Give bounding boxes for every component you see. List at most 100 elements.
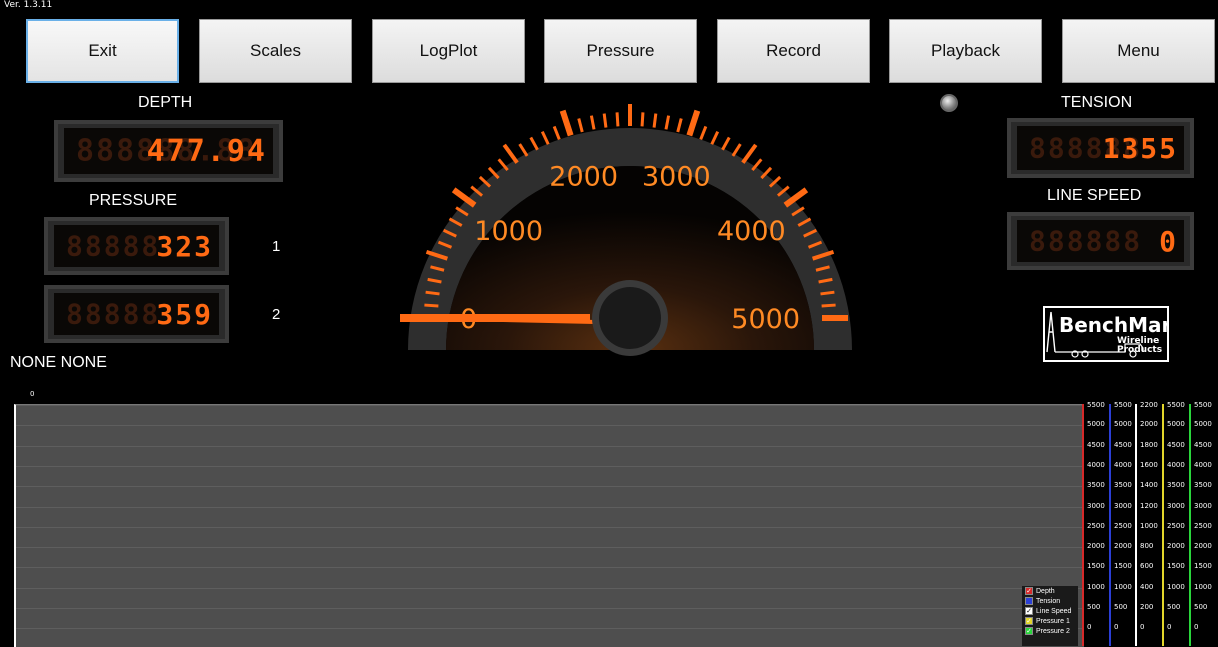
scale-tick-label: 1500 bbox=[1194, 562, 1212, 571]
legend-item[interactable]: Tension bbox=[1022, 596, 1078, 606]
depth-label: DEPTH bbox=[138, 94, 193, 111]
legend-checkbox[interactable] bbox=[1025, 597, 1033, 605]
scale-tick-label: 500 bbox=[1087, 603, 1101, 611]
scale-tick-label: 500 bbox=[1114, 603, 1128, 611]
scale-tick-label: 2500 bbox=[1087, 521, 1105, 530]
scale-axis: 5500 5000 4500 4000 3500 3000 2500 2000 1500 1000… bbox=[1083, 401, 1107, 646]
legend-checkbox[interactable]: ✓ bbox=[1025, 617, 1033, 625]
gauge-tick bbox=[699, 125, 708, 141]
scale-tick-label: 5000 bbox=[1194, 420, 1212, 429]
gauge-label: 3000 bbox=[642, 161, 711, 192]
scale-tick-label: 2200 bbox=[1140, 401, 1158, 409]
record-button[interactable]: Record bbox=[717, 19, 870, 83]
depth-value: 477.94 bbox=[146, 133, 267, 169]
gauge-tick bbox=[589, 115, 596, 130]
playback-button[interactable]: Playback bbox=[889, 19, 1042, 83]
logo-sub2: Products bbox=[1117, 345, 1162, 355]
legend-item[interactable]: ✓ Pressure 1 bbox=[1022, 616, 1078, 626]
pressure2-ghost-digits: 88888 bbox=[66, 297, 161, 331]
plot-gridline bbox=[16, 608, 1084, 609]
gauge-tick bbox=[652, 113, 658, 128]
scale-tick-label: 2500 bbox=[1167, 521, 1185, 530]
legend-item[interactable]: ✓ Depth bbox=[1022, 586, 1078, 596]
scale-tick-label: 1000 bbox=[1114, 582, 1132, 591]
scale-tick-label: 5000 bbox=[1167, 420, 1185, 429]
scale-tick-label: 0 bbox=[1167, 623, 1172, 632]
scale-tick-label: 1400 bbox=[1140, 481, 1158, 490]
pressure1-display: 88888 323 bbox=[44, 217, 229, 275]
pressure2-channel: 2 bbox=[272, 306, 281, 323]
scales-button[interactable]: Scales bbox=[199, 19, 352, 83]
gauge-tick bbox=[529, 136, 539, 151]
scale-tick-label: 1500 bbox=[1114, 562, 1132, 571]
scale-tick-label: 500 bbox=[1167, 603, 1181, 611]
pressure-button[interactable]: Pressure bbox=[544, 19, 697, 83]
scale-tick-label: 4500 bbox=[1114, 440, 1132, 449]
pressure1-channel: 1 bbox=[272, 238, 281, 255]
window-frame bbox=[0, 0, 8, 646]
gauge-tick bbox=[710, 130, 720, 145]
scale-tick-label: 1600 bbox=[1140, 460, 1158, 469]
gauge-label: 1000 bbox=[474, 216, 543, 247]
gauge-label: 4000 bbox=[717, 216, 786, 247]
scale-tick-label: 2000 bbox=[1140, 420, 1158, 429]
legend-item[interactable]: ✓ Line Speed bbox=[1022, 606, 1078, 616]
logplot-button[interactable]: LogPlot bbox=[372, 19, 525, 83]
gauge-tick bbox=[640, 112, 645, 127]
status-text: NONE NONE bbox=[10, 354, 107, 371]
scale-tick-label: 0 bbox=[1114, 623, 1119, 632]
legend-checkbox[interactable]: ✓ bbox=[1025, 627, 1033, 635]
scale-tick-label: 4500 bbox=[1194, 440, 1212, 449]
pressure2-display: 88888 359 bbox=[44, 285, 229, 343]
legend-label: Depth bbox=[1036, 587, 1055, 595]
legend-checkbox[interactable]: ✓ bbox=[1025, 607, 1033, 615]
pressure-label: PRESSURE bbox=[89, 192, 178, 209]
gauge-tick bbox=[676, 118, 683, 133]
scale-tick-label: 4000 bbox=[1167, 460, 1185, 469]
scale-tick-label: 4000 bbox=[1194, 460, 1212, 469]
scale-axis: 5500 5000 4500 4000 3500 3000 2500 2000 1500 1000… bbox=[1190, 401, 1214, 646]
scale-tick-label: 0 bbox=[1087, 623, 1092, 632]
plot-gridline bbox=[16, 405, 1084, 406]
plot-gridline bbox=[16, 486, 1084, 488]
scale-tick-label: 2000 bbox=[1087, 542, 1105, 551]
depth-display: 888888.88 477.94 bbox=[54, 120, 283, 182]
menu-button[interactable]: Menu bbox=[1062, 19, 1215, 83]
gauge-tick bbox=[664, 115, 671, 130]
line-speed-label: LINE SPEED bbox=[1047, 187, 1142, 204]
scale-tick-label: 400 bbox=[1140, 582, 1154, 591]
scale-tick-label: 2500 bbox=[1114, 521, 1132, 530]
gauge-tick bbox=[721, 136, 731, 151]
scale-tick-label: 0 bbox=[1194, 623, 1199, 632]
scale-tick-label: 3000 bbox=[1167, 501, 1185, 510]
plot-gridline bbox=[16, 526, 1084, 528]
gauge-tick bbox=[540, 130, 550, 145]
scale-tick-label: 4000 bbox=[1114, 460, 1132, 469]
line-speed-display: 888888 0 bbox=[1007, 212, 1194, 270]
plot-gridline bbox=[16, 628, 1084, 630]
scale-tick-label: 200 bbox=[1140, 603, 1154, 611]
legend-item[interactable]: ✓ Pressure 2 bbox=[1022, 626, 1078, 636]
scale-tick-label: 2000 bbox=[1194, 542, 1212, 551]
scale-tick-label: 2000 bbox=[1114, 542, 1132, 551]
log-plot-area[interactable] bbox=[14, 404, 1084, 647]
exit-button[interactable]: Exit bbox=[26, 19, 179, 83]
legend-label: Pressure 1 bbox=[1036, 617, 1070, 625]
scale-tick-label: 5500 bbox=[1194, 401, 1212, 409]
plot-gridline bbox=[16, 547, 1084, 549]
scale-tick-label: 4000 bbox=[1087, 460, 1105, 469]
gauge-tick bbox=[425, 290, 440, 296]
scale-tick-label: 5000 bbox=[1087, 420, 1105, 429]
gauge-needle-bar bbox=[400, 314, 590, 322]
legend-checkbox[interactable]: ✓ bbox=[1025, 587, 1033, 595]
tension-value: 1355 bbox=[1102, 131, 1178, 165]
gauge-hub bbox=[599, 287, 661, 349]
plot-x-label: 0 bbox=[30, 390, 35, 398]
speed-gauge: 010002000300040005000 bbox=[400, 104, 852, 356]
legend-label: Pressure 2 bbox=[1036, 627, 1070, 635]
scale-tick-label: 5500 bbox=[1114, 401, 1132, 409]
gauge-tick bbox=[502, 143, 519, 164]
gauge-tick bbox=[424, 303, 439, 308]
gauge-tick bbox=[686, 109, 701, 137]
scale-tick-label: 1500 bbox=[1167, 562, 1185, 571]
